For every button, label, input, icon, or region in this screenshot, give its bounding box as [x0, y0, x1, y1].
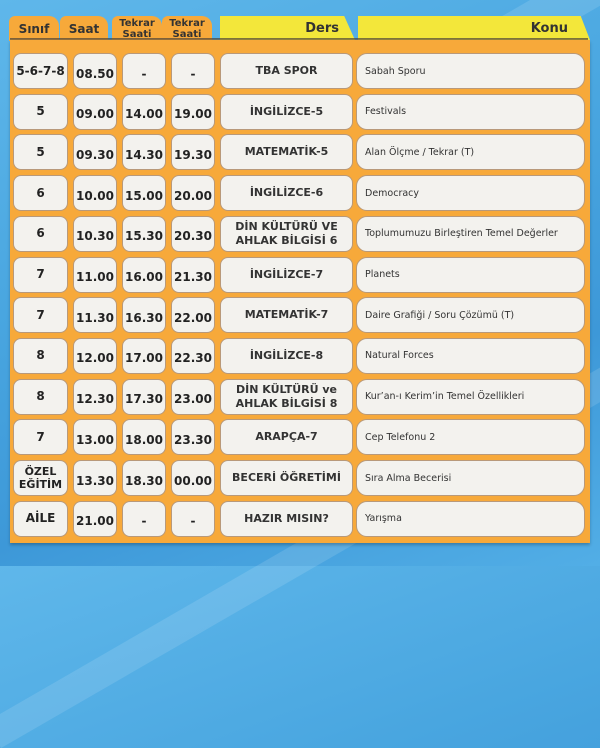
cell-tekrar2: 23.00 — [171, 378, 215, 415]
cell-konu: Natural Forces — [356, 337, 585, 374]
cell-saat: 21.00 — [73, 500, 117, 537]
cell-ders: İNGİLİZCE-5 — [220, 93, 353, 130]
cell-sinif: AİLE — [13, 500, 68, 537]
cell-tekrar2: 20.30 — [171, 215, 215, 252]
header-tab-ders: Ders — [220, 16, 355, 40]
cell-tekrar1: 18.30 — [122, 460, 166, 496]
cell-sinif: 5 — [13, 134, 68, 171]
cell-saat: 08.50 — [73, 53, 117, 89]
cell-konu: Planets — [356, 256, 585, 293]
cell-saat: 11.30 — [73, 297, 117, 334]
cell-tekrar2: 19.00 — [171, 93, 215, 130]
header-label-saat: Saat — [68, 21, 100, 36]
cell-tekrar2: 21.30 — [171, 256, 215, 293]
cell-ders: TBA SPOR — [220, 53, 353, 89]
cell-konu: Democracy — [356, 175, 585, 212]
cell-tekrar1: 15.00 — [122, 175, 166, 212]
cell-tekrar1: - — [122, 53, 166, 89]
cell-konu: Yarışma — [356, 500, 585, 537]
cell-sinif: 7 — [13, 256, 68, 293]
cell-ders: DİN KÜLTÜRÜ VE AHLAK BİLGİSİ 6 — [220, 215, 353, 252]
cell-ders: İNGİLİZCE-8 — [220, 337, 353, 374]
cell-ders: İNGİLİZCE-6 — [220, 175, 353, 212]
cell-sinif: 6 — [13, 175, 68, 212]
cell-saat: 09.00 — [73, 93, 117, 130]
cell-sinif: 5 — [13, 93, 68, 130]
cell-tekrar1: 18.00 — [122, 419, 166, 456]
cell-saat: 09.30 — [73, 134, 117, 171]
cell-saat: 13.30 — [73, 460, 117, 496]
cell-konu: Festivals — [356, 93, 585, 130]
cell-sinif: ÖZEL EĞİTİM — [13, 460, 68, 496]
cell-tekrar1: 14.30 — [122, 134, 166, 171]
cell-tekrar2: 19.30 — [171, 134, 215, 171]
cell-tekrar1: 15.30 — [122, 215, 166, 252]
cell-tekrar2: 00.00 — [171, 460, 215, 496]
cell-tekrar1: 17.30 — [122, 378, 166, 415]
header-label-tekrar-1: Tekrar Saati — [119, 17, 155, 40]
cell-ders: BECERİ ÖĞRETİMİ — [220, 460, 353, 496]
header-label-sinif: Sınıf — [18, 21, 50, 36]
cell-sinif: 7 — [13, 297, 68, 334]
header-label-ders: Ders — [305, 20, 339, 36]
cell-saat: 10.00 — [73, 175, 117, 212]
cell-ders: MATEMATİK-5 — [220, 134, 353, 171]
cell-tekrar1: 14.00 — [122, 93, 166, 130]
cell-tekrar1: 16.00 — [122, 256, 166, 293]
cell-konu: Toplumumuzu Birleştiren Temel Değerler — [356, 215, 585, 252]
cell-sinif: 7 — [13, 419, 68, 456]
cell-sinif: 8 — [13, 378, 68, 415]
cell-tekrar2: 20.00 — [171, 175, 215, 212]
cell-tekrar2: 23.30 — [171, 419, 215, 456]
cell-konu: Alan Ölçme / Tekrar (T) — [356, 134, 585, 171]
cell-tekrar2: - — [171, 500, 215, 537]
cell-tekrar1: - — [122, 500, 166, 537]
cell-ders: ARAPÇA-7 — [220, 419, 353, 456]
cell-ders: İNGİLİZCE-7 — [220, 256, 353, 293]
cell-saat: 12.00 — [73, 337, 117, 374]
cell-konu: Kur’an-ı Kerim’in Temel Özellikleri — [356, 378, 585, 415]
cell-ders: DİN KÜLTÜRÜ ve AHLAK BİLGİSİ 8 — [220, 378, 353, 415]
cell-konu: Daire Grafiği / Soru Çözümü (T) — [356, 297, 585, 334]
cell-saat: 11.00 — [73, 256, 117, 293]
cell-sinif: 6 — [13, 215, 68, 252]
cell-konu: Cep Telefonu 2 — [356, 419, 585, 456]
cell-tekrar2: 22.00 — [171, 297, 215, 334]
cell-saat: 13.00 — [73, 419, 117, 456]
cell-sinif: 5-6-7-8 — [13, 53, 68, 89]
cell-tekrar2: 22.30 — [171, 337, 215, 374]
cell-konu: Sıra Alma Becerisi — [356, 460, 585, 496]
cell-ders: HAZIR MISIN? — [220, 500, 353, 537]
cell-ders: MATEMATİK-7 — [220, 297, 353, 334]
header-label-konu: Konu — [530, 20, 568, 36]
cell-konu: Sabah Sporu — [356, 53, 585, 89]
cell-saat: 10.30 — [73, 215, 117, 252]
header-tab-konu: Konu — [358, 16, 590, 40]
cell-tekrar2: - — [171, 53, 215, 89]
cell-saat: 12.30 — [73, 378, 117, 415]
cell-sinif: 8 — [13, 337, 68, 374]
header-label-tekrar-2: Tekrar Saati — [169, 17, 205, 40]
cell-tekrar1: 17.00 — [122, 337, 166, 374]
cell-tekrar1: 16.30 — [122, 297, 166, 334]
